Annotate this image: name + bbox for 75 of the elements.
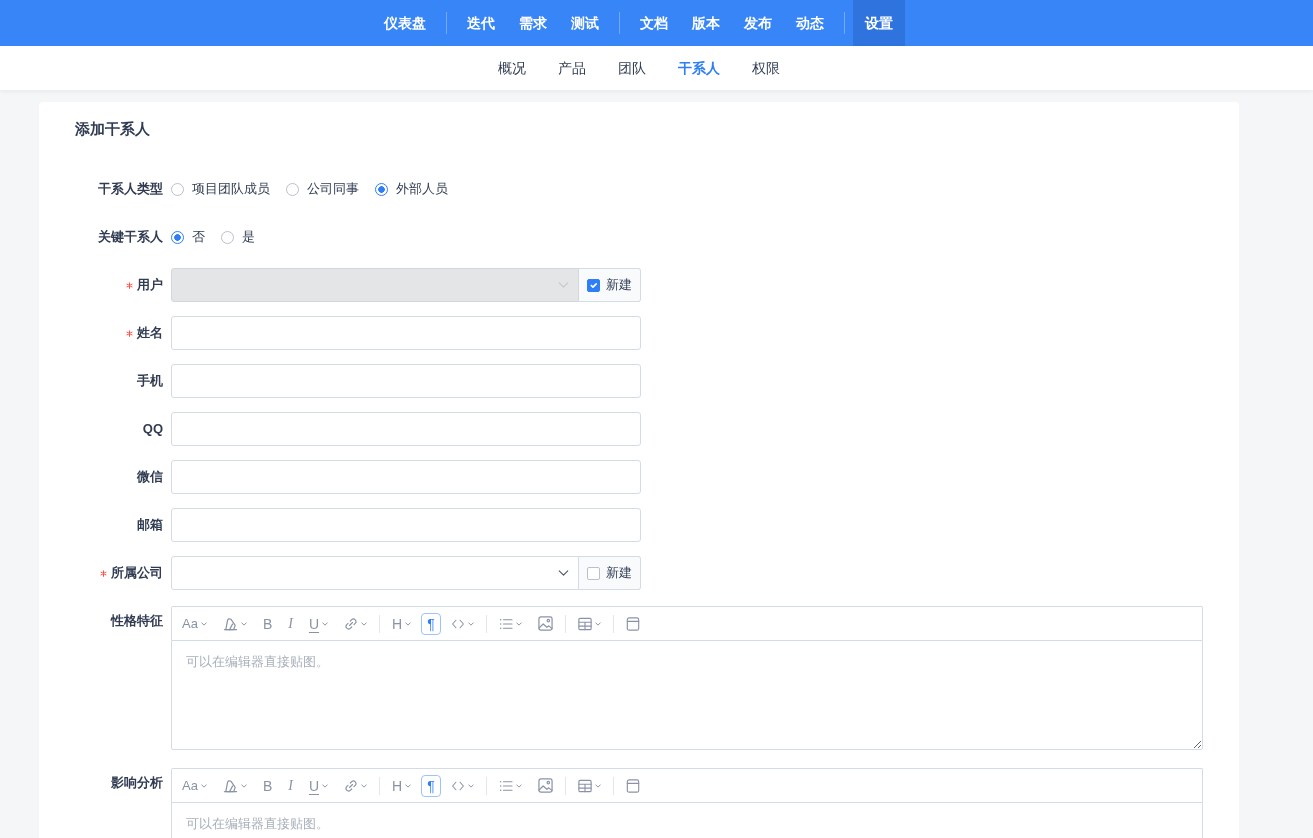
option-label: 是 [242, 228, 255, 247]
subnav-tab[interactable]: 团队 [601, 46, 662, 90]
font-size-button[interactable]: Aa [176, 612, 213, 635]
brush-icon [222, 778, 238, 793]
field-label: 性格特征 [111, 612, 163, 631]
heading-button[interactable]: H [386, 612, 418, 635]
option-label: 外部人员 [396, 180, 448, 199]
option-label: 项目团队成员 [192, 180, 270, 199]
field-label: 用户 [137, 276, 163, 295]
image-icon [537, 616, 553, 631]
window-icon [625, 616, 640, 631]
checkbox[interactable] [587, 566, 600, 580]
heading-button[interactable]: H [386, 774, 418, 797]
subnav-tab[interactable]: 产品 [541, 46, 602, 90]
nav-tab[interactable]: 版本 [680, 0, 732, 46]
nav-tab[interactable]: 动态 [784, 0, 836, 46]
editor-input[interactable]: 可以在编辑器直接贴图。 [171, 802, 1203, 838]
nav-tab[interactable]: 发布 [732, 0, 784, 46]
field-label: 微信 [137, 468, 163, 487]
nav-tab[interactable]: 文档 [628, 0, 680, 46]
radio-button[interactable] [171, 182, 184, 196]
field-label: 干系人类型 [98, 180, 163, 199]
text-input[interactable] [171, 412, 641, 446]
paragraph-button[interactable]: ¶ [421, 774, 441, 797]
link-icon [344, 616, 359, 631]
nav-tab[interactable]: 需求 [507, 0, 559, 46]
code-icon [450, 780, 465, 791]
text-input[interactable] [171, 460, 641, 494]
font-size-button[interactable]: Aa [176, 774, 213, 797]
nav-tab[interactable]: 测试 [559, 0, 611, 46]
field-label: QQ [142, 420, 163, 439]
nav-tab[interactable]: 设置 [853, 0, 905, 46]
field-label: 影响分析 [111, 774, 163, 793]
field-label: 关键干系人 [98, 228, 163, 247]
bold-button[interactable]: B [256, 774, 279, 797]
field-label: 姓名 [137, 324, 163, 343]
field-label: 所属公司 [111, 564, 163, 583]
image-icon [537, 778, 553, 793]
nav-tab[interactable]: 仪表盘 [372, 0, 438, 46]
subnav-tab[interactable]: 概况 [481, 46, 542, 90]
option-label: 否 [192, 228, 205, 247]
underline-button[interactable]: U [302, 612, 335, 635]
code-icon [450, 618, 465, 629]
radio-button[interactable] [375, 182, 388, 196]
table-icon [577, 778, 592, 793]
brush-icon [222, 616, 238, 631]
link-icon [344, 778, 359, 793]
editor-input[interactable]: 可以在编辑器直接贴图。 [171, 640, 1203, 750]
window-icon [625, 778, 640, 793]
text-input[interactable] [171, 508, 641, 542]
form-title: 添加干系人 [75, 119, 151, 139]
text-input[interactable] [171, 316, 641, 350]
radio-button[interactable] [171, 230, 184, 244]
list-icon [498, 617, 513, 630]
subnav-tab[interactable]: 权限 [735, 46, 796, 90]
text-input[interactable] [171, 364, 641, 398]
subnav-tab[interactable]: 干系人 [661, 46, 736, 90]
nav-tab[interactable]: 迭代 [455, 0, 507, 46]
italic-button[interactable]: I [282, 774, 299, 797]
checkbox-label: 新建 [606, 276, 632, 295]
radio-button[interactable] [286, 182, 299, 196]
select-field[interactable] [171, 556, 579, 590]
option-label: 公司同事 [307, 180, 359, 199]
chevron-down-icon [558, 282, 569, 288]
paragraph-button[interactable]: ¶ [421, 612, 441, 635]
bold-button[interactable]: B [256, 612, 279, 635]
checkbox-label: 新建 [606, 564, 632, 583]
chevron-down-icon [558, 570, 569, 576]
list-icon [498, 779, 513, 792]
field-label: 邮箱 [137, 516, 163, 535]
underline-button[interactable]: U [302, 774, 335, 797]
table-icon [577, 616, 592, 631]
italic-button[interactable]: I [282, 612, 299, 635]
field-label: 手机 [137, 372, 163, 391]
radio-button[interactable] [221, 230, 234, 244]
